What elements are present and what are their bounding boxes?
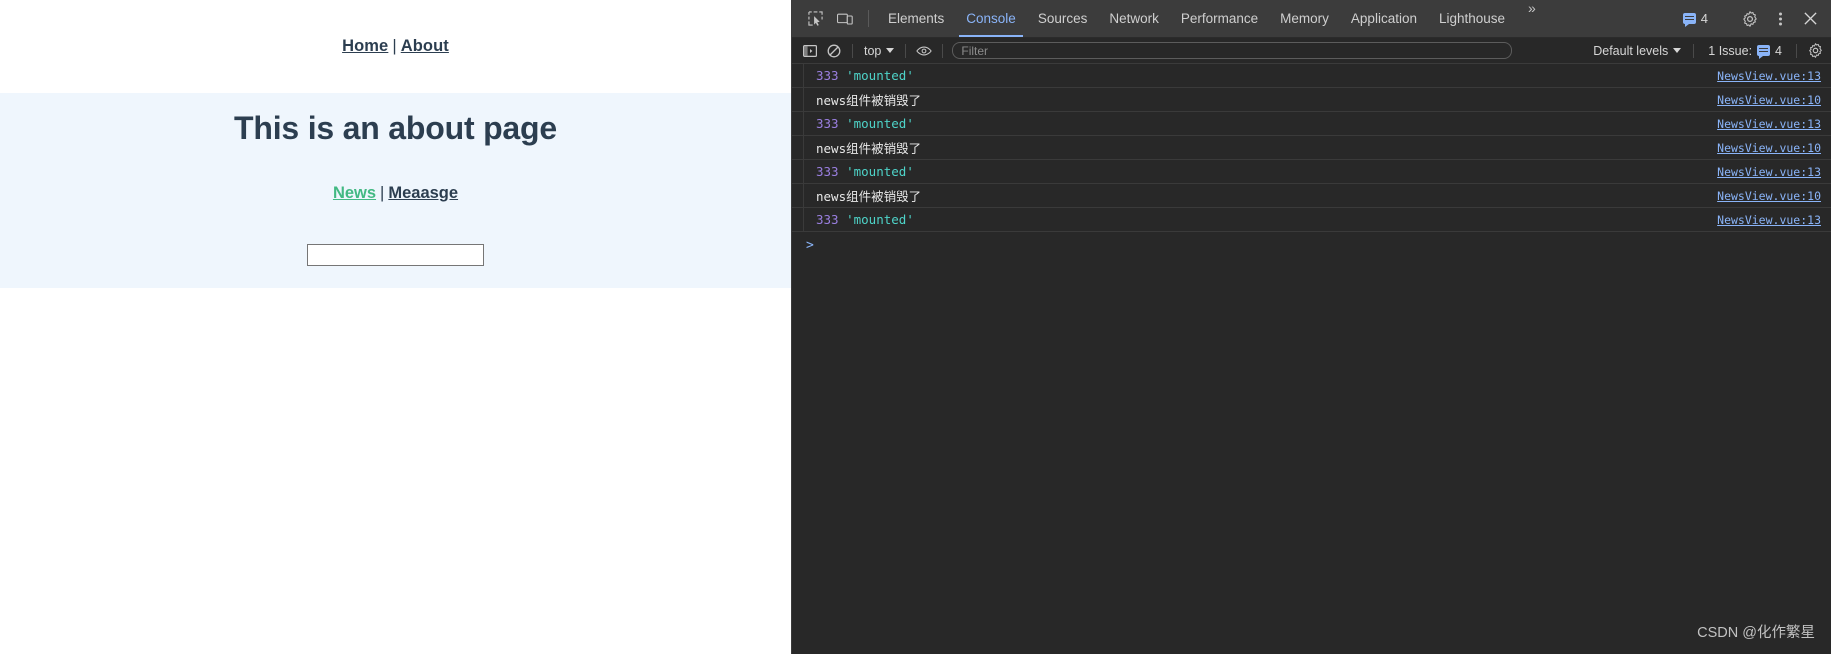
nav-separator: | [392, 37, 397, 55]
console-message-text: 333 'mounted' [804, 164, 914, 179]
console-settings-gear-icon[interactable] [1803, 40, 1827, 62]
log-levels-selector[interactable]: Default levels [1587, 43, 1687, 59]
text-input[interactable] [307, 244, 484, 266]
console-row[interactable]: news组件被销毁了 NewsView.vue:10 [792, 184, 1831, 208]
console-source-link[interactable]: NewsView.vue:13 [1717, 165, 1821, 179]
more-tabs-icon[interactable]: » [1516, 0, 1548, 37]
clear-console-icon[interactable] [822, 40, 846, 62]
watermark: CSDN @化作繁星 [1697, 625, 1815, 641]
console-value-string: 'mounted' [846, 212, 914, 227]
console-value-number: 333 [816, 212, 839, 227]
about-section: This is an about page News | Meaasge [0, 93, 791, 288]
filterbar-divider-5 [1796, 43, 1797, 58]
filterbar-right-group: Default levels 1 Issue: 4 [1587, 40, 1831, 62]
console-source-link[interactable]: NewsView.vue:13 [1717, 69, 1821, 83]
console-value-number: 333 [816, 116, 839, 131]
device-toolbar-icon[interactable] [830, 0, 860, 37]
tab-elements[interactable]: Elements [877, 0, 955, 37]
devtools-tabbar: Elements Console Sources Network Perform… [792, 0, 1831, 38]
devtools-tabbar-actions: 4 [1673, 0, 1831, 37]
console-value-number: 333 [816, 68, 839, 83]
console-prompt[interactable]: > [792, 232, 1831, 258]
row-gutter [792, 160, 804, 183]
console-message-text: 333 'mounted' [804, 212, 914, 227]
message-count-label: 4 [1700, 11, 1708, 26]
nav-link-home[interactable]: Home [342, 37, 388, 55]
page-title: This is an about page [234, 110, 557, 146]
sub-nav-separator: | [380, 184, 385, 202]
tab-console[interactable]: Console [955, 0, 1027, 37]
filterbar-divider-3 [942, 43, 944, 58]
console-row[interactable]: 333 'mounted' NewsView.vue:13 [792, 160, 1831, 184]
close-devtools-icon[interactable] [1795, 11, 1825, 26]
console-value-string: 'mounted' [846, 116, 914, 131]
console-filter-input[interactable] [952, 42, 1513, 59]
console-row[interactable]: 333 'mounted' NewsView.vue:13 [792, 64, 1831, 88]
row-gutter [792, 184, 804, 207]
console-row[interactable]: news组件被销毁了 NewsView.vue:10 [792, 88, 1831, 112]
tab-memory[interactable]: Memory [1269, 0, 1340, 37]
inspect-element-icon[interactable] [800, 0, 830, 37]
console-value-string: 'mounted' [846, 164, 914, 179]
nav-link-about[interactable]: About [401, 37, 449, 55]
sub-nav-link-news[interactable]: News [333, 184, 376, 202]
row-gutter [792, 112, 804, 135]
console-value-string: 'mounted' [846, 68, 914, 83]
issues-label: 1 Issue: [1708, 43, 1753, 58]
console-message-text: news组件被销毁了 [816, 93, 922, 108]
devtools-panel: Elements Console Sources Network Perform… [791, 0, 1831, 654]
console-sidebar-toggle-icon[interactable] [798, 40, 822, 62]
console-source-link[interactable]: NewsView.vue:13 [1717, 117, 1821, 131]
execution-context-selector[interactable]: top [859, 43, 899, 59]
console-message-list[interactable]: 333 'mounted' NewsView.vue:13 news组件被销毁了… [792, 64, 1831, 654]
issues-message-icon [1757, 45, 1771, 59]
live-expression-eye-icon[interactable] [912, 40, 936, 62]
tab-sources[interactable]: Sources [1027, 0, 1099, 37]
sub-nav-link-message[interactable]: Meaasge [388, 184, 458, 202]
console-value-number: 333 [816, 164, 839, 179]
tab-network[interactable]: Network [1098, 0, 1170, 37]
issues-indicator[interactable]: 1 Issue: 4 [1700, 43, 1790, 59]
row-gutter [792, 208, 804, 231]
console-source-link[interactable]: NewsView.vue:13 [1717, 213, 1821, 227]
message-icon [1682, 13, 1696, 27]
console-message-text: 333 'mounted' [804, 68, 914, 83]
console-source-link[interactable]: NewsView.vue:10 [1717, 141, 1821, 155]
toolbar-divider [868, 10, 869, 27]
console-message-text: 333 'mounted' [804, 116, 914, 131]
settings-gear-icon[interactable] [1735, 10, 1765, 27]
console-filter-toolbar: top Default levels 1 Issue: [792, 38, 1831, 64]
main-nav: Home | About [0, 0, 791, 56]
web-page-pane: Home | About This is an about page News | Me… [0, 0, 791, 654]
console-source-link[interactable]: NewsView.vue:10 [1717, 93, 1821, 107]
issues-count: 4 [1775, 43, 1782, 58]
row-gutter [792, 88, 804, 111]
levels-chevron-down-icon [1673, 48, 1682, 53]
tab-performance[interactable]: Performance [1170, 0, 1269, 37]
console-row[interactable]: 333 'mounted' NewsView.vue:13 [792, 112, 1831, 136]
prompt-chevron-icon: > [806, 237, 814, 253]
console-row[interactable]: news组件被销毁了 NewsView.vue:10 [792, 136, 1831, 160]
console-message-text: news组件被销毁了 [816, 141, 922, 156]
filterbar-divider-1 [852, 43, 853, 58]
log-levels-label: Default levels [1593, 43, 1669, 58]
console-source-link[interactable]: NewsView.vue:10 [1717, 189, 1821, 203]
console-message-text: news组件被销毁了 [816, 189, 922, 204]
tab-application[interactable]: Application [1340, 0, 1428, 37]
input-container [0, 244, 791, 266]
chevron-down-icon [886, 48, 895, 53]
filterbar-divider-4 [1693, 43, 1695, 58]
message-count-badge[interactable]: 4 [1673, 11, 1718, 27]
screenshot-root: Home | About This is an about page News | Me… [0, 0, 1831, 654]
console-row[interactable]: 333 'mounted' NewsView.vue:13 [792, 208, 1831, 232]
row-gutter [792, 64, 804, 87]
sub-nav: News | Meaasge [0, 184, 791, 203]
row-gutter [792, 136, 804, 159]
filterbar-divider-2 [905, 43, 907, 58]
tab-lighthouse[interactable]: Lighthouse [1428, 0, 1516, 37]
more-options-kebab-icon[interactable] [1765, 11, 1795, 27]
execution-context-label: top [864, 43, 882, 58]
